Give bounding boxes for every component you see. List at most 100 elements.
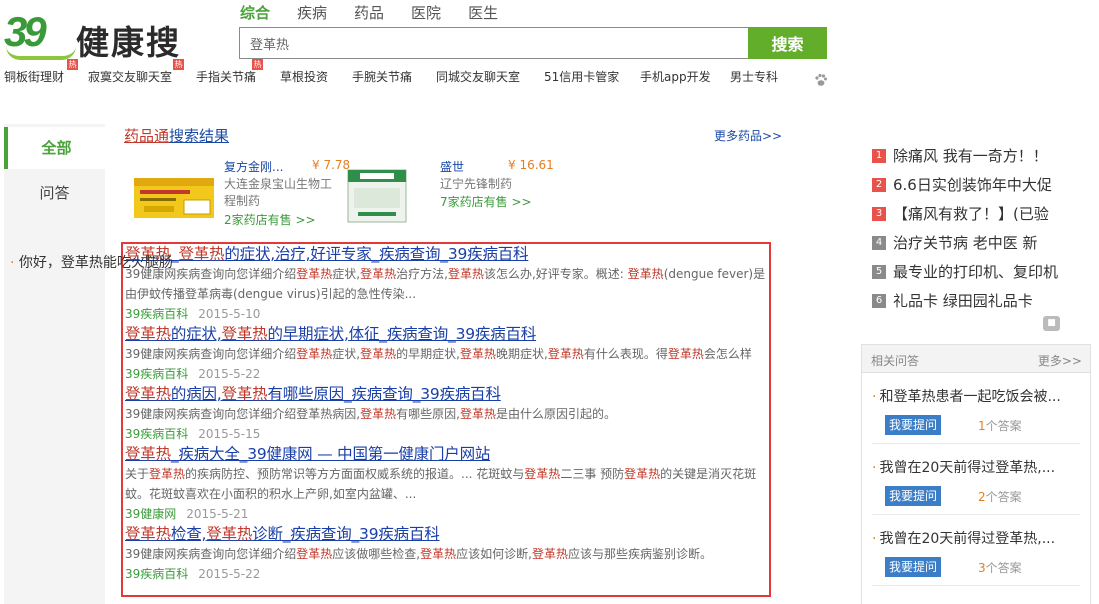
logo-text: 健康搜 xyxy=(76,23,181,62)
ad-ranking-list: 1 除痛风 我有一奇方！！ 2 6.6日实创装饰年中大促 3 【痛风有救了！】(已验 4 治疗… xyxy=(872,141,1097,315)
drug-maker: 大连金泉宝山生物工 xyxy=(224,177,333,191)
paw-icon[interactable] xyxy=(814,73,828,87)
result-snippet: 关于登革热的疾病防控、预防常识等方方面面权威系统的报道。... 花斑蚊与登革热二… xyxy=(125,467,757,481)
drug-stores-link[interactable]: 7家药店有售 >> xyxy=(440,193,532,210)
result-source[interactable]: 39健康网 xyxy=(125,507,176,521)
site-logo[interactable]: 39 健康搜 xyxy=(4,6,219,62)
result-source[interactable]: 39疾病百科 xyxy=(125,427,188,441)
qa-item: · 我曾在20天前得过登革热,... 我要提问 3个答案 xyxy=(872,515,1080,586)
result-source[interactable]: 39疾病百科 xyxy=(125,307,188,321)
ranking-text: 治疗关节病 老中医 新 xyxy=(893,234,1038,252)
left-nav: 全部 问答 xyxy=(4,124,105,604)
qa-title: 相关问答 xyxy=(871,354,920,368)
result-snippet: 蚊。花斑蚊喜欢在小面积的积水上产卵,如室内盆罐、... xyxy=(125,487,417,501)
result-item: 登革热_登革热的症状,治疗,好评专家_疾病查询_39疾病百科 39健康网疾病查询向… xyxy=(125,244,769,324)
drug-price: ¥ 7.78 xyxy=(312,158,351,172)
result-date: 2015-5-15 xyxy=(198,427,261,441)
ranking-item[interactable]: 1 除痛风 我有一奇方！！ xyxy=(872,141,1097,170)
search-results: 登革热_登革热的症状,治疗,好评专家_疾病查询_39疾病百科 39健康网疾病查询向… xyxy=(121,242,771,597)
search-input[interactable] xyxy=(240,28,749,58)
ranking-number: 4 xyxy=(872,235,886,250)
result-meta: 39疾病百科 2015-5-22 xyxy=(125,364,769,384)
drug-card: 盛世 ¥ 16.61 辽宁先锋制药 7家药店有售 >> xyxy=(346,156,646,231)
qa-item: · 我曾在20天前得过登革热,... 我要提问 2个答案 xyxy=(872,444,1080,515)
result-item: 登革热的病因,登革热有哪些原因_疾病查询_39疾病百科 39健康网疾病查询向您详细… xyxy=(125,384,769,444)
qa-item: · 和登革热患者一起吃饭会被... 我要提问 1个答案 xyxy=(872,373,1080,444)
drug-name[interactable]: 复方金刚... xyxy=(224,158,283,175)
result-title-link[interactable]: 登革热的病因,登革热有哪些原因_疾病查询_39疾病百科 xyxy=(125,384,769,404)
hotlink[interactable]: 铜板街理财 xyxy=(4,68,64,85)
drug-stores-link[interactable]: 2家药店有售 >> xyxy=(224,211,316,228)
drug-section-title[interactable]: 药品通搜索结果 xyxy=(124,125,229,146)
qa-more-link[interactable]: 更多>> xyxy=(1038,352,1082,369)
result-meta: 39疾病百科 2015-5-10 xyxy=(125,304,769,324)
ask-question-button[interactable]: 我要提问 xyxy=(885,486,941,506)
ranking-text: 礼品卡 绿田园礼品卡 xyxy=(893,292,1033,310)
ranking-text: 【痛风有救了！】(已验 xyxy=(893,205,1049,223)
ranking-number: 5 xyxy=(872,264,886,279)
ranking-number: 6 xyxy=(872,293,886,308)
result-snippet: 39健康网疾病查询向您详细介绍登革热症状,登革热的早期症状,登革热晚期症状,登革… xyxy=(125,347,752,361)
result-snippet: 由伊蚊传播登革病毒(dengue virus)引起的急性传染... xyxy=(125,287,417,301)
answer-count: 3个答案 xyxy=(978,561,1022,575)
result-title-link[interactable]: 登革热的症状,登革热的早期症状,体征_疾病查询_39疾病百科 xyxy=(125,324,769,344)
result-title-link[interactable]: 登革热检查,登革热诊断_疾病查询_39疾病百科 xyxy=(125,524,769,544)
hotlink[interactable]: 草根投资 xyxy=(280,68,328,85)
ranking-text: 除痛风 我有一奇方！！ xyxy=(893,147,1048,165)
ranking-item[interactable]: 3 【痛风有救了！】(已验 xyxy=(872,199,1097,228)
answer-count: 2个答案 xyxy=(978,490,1022,504)
hotlink[interactable]: 男士专科 xyxy=(730,68,778,85)
hot-badge: 热 xyxy=(173,59,184,70)
qa-question-link[interactable]: · 我曾在20天前得过登革热,... xyxy=(872,457,1055,477)
hotlink[interactable]: 寂寞交友聊天室 xyxy=(88,68,172,85)
result-item: 登革热_疾病大全_39健康网 — 中国第一健康门户网站关于登革热的疾病防控、预防… xyxy=(125,444,769,524)
result-meta: 39疾病百科 2015-5-22 xyxy=(125,564,769,584)
ranking-item[interactable]: 6 礼品卡 绿田园礼品卡 xyxy=(872,286,1097,315)
ranking-item[interactable]: 4 治疗关节病 老中医 新 xyxy=(872,228,1097,257)
result-item: 登革热检查,登革热诊断_疾病查询_39疾病百科 39健康网疾病查询向您详细介绍登革… xyxy=(125,524,769,584)
hotlink[interactable]: 51信用卡管家 xyxy=(544,68,619,85)
qa-partial-item[interactable]: · 你好，登革热能吃火腿肠 xyxy=(10,252,173,272)
hot-badge: 热 xyxy=(67,59,78,70)
result-date: 2015-5-21 xyxy=(186,507,249,521)
hotlink[interactable]: 手指关节痛 xyxy=(196,68,256,85)
answer-count: 1个答案 xyxy=(978,419,1022,433)
qa-header: 相关问答 更多>> xyxy=(862,345,1090,373)
ranking-item[interactable]: 2 6.6日实创装饰年中大促 xyxy=(872,170,1097,199)
result-meta: 39疾病百科 2015-5-15 xyxy=(125,424,769,444)
result-source[interactable]: 39疾病百科 xyxy=(125,367,188,381)
chat-icon[interactable]: ■ xyxy=(1043,316,1060,331)
result-item: 登革热的症状,登革热的早期症状,体征_疾病查询_39疾病百科 39健康网疾病查询向… xyxy=(125,324,769,384)
drug-image[interactable] xyxy=(132,164,218,226)
result-title-link[interactable]: 登革热_登革热的症状,治疗,好评专家_疾病查询_39疾病百科 xyxy=(125,244,769,264)
hotlink[interactable]: 同城交友聊天室 xyxy=(436,68,520,85)
qa-question-link[interactable]: · 和登革热患者一起吃饭会被... xyxy=(872,386,1061,406)
qa-question-link[interactable]: · 我曾在20天前得过登革热,... xyxy=(872,528,1055,548)
hot-badge: 热 xyxy=(252,59,263,70)
related-questions: 相关问答 更多>> · 和登革热患者一起吃饭会被... 我要提问 1个答案 · 我曾在20… xyxy=(861,344,1091,604)
result-date: 2015-5-22 xyxy=(198,567,261,581)
drug-maker: 辽宁先锋制药 xyxy=(440,177,513,191)
drug-name[interactable]: 盛世 xyxy=(440,158,464,175)
ranking-number: 2 xyxy=(872,177,886,192)
hotlink[interactable]: 手机app开发 xyxy=(640,68,711,85)
nav-item-all[interactable]: 全部 xyxy=(4,127,105,169)
ask-question-button[interactable]: 我要提问 xyxy=(885,557,941,577)
ask-question-button[interactable]: 我要提问 xyxy=(885,415,941,435)
ranking-item[interactable]: 5 最专业的打印机、复印机 xyxy=(872,257,1097,286)
drug-maker: 程制药 xyxy=(224,194,261,208)
search-button[interactable]: 搜索 xyxy=(748,27,827,59)
ranking-number: 3 xyxy=(872,206,886,221)
drug-image[interactable] xyxy=(346,164,410,226)
result-date: 2015-5-22 xyxy=(198,367,261,381)
result-source[interactable]: 39疾病百科 xyxy=(125,567,188,581)
logo-swoosh xyxy=(6,46,76,60)
more-drugs-link[interactable]: 更多药品>> xyxy=(714,127,782,144)
result-meta: 39健康网 2015-5-21 xyxy=(125,504,769,524)
ranking-number: 1 xyxy=(872,148,886,163)
result-snippet: 39健康网疾病查询向您详细介绍登革热应该做哪些检查,登革热应该如何诊断,登革热应… xyxy=(125,547,712,561)
drug-price: ¥ 16.61 xyxy=(508,158,554,172)
hotlink[interactable]: 手腕关节痛 xyxy=(352,68,412,85)
result-title-link[interactable]: 登革热_疾病大全_39健康网 — 中国第一健康门户网站 xyxy=(125,444,769,464)
nav-item-qa[interactable]: 问答 xyxy=(4,172,105,214)
